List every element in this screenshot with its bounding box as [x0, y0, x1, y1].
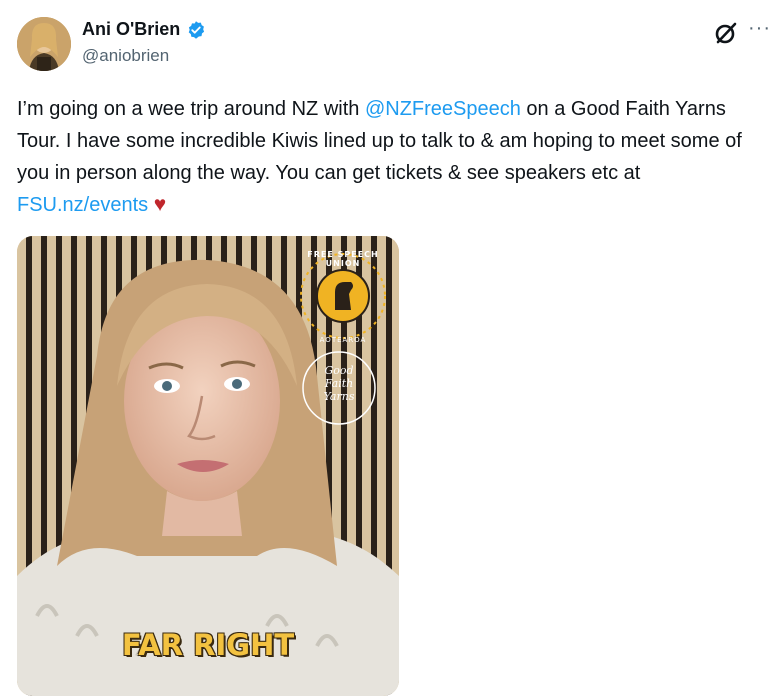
badge-text-2: Faith: [324, 377, 354, 390]
fsu-logo-subtext: AOTEAROA: [319, 336, 367, 344]
fsu-logo-text: FREE SPEECH UNION: [307, 250, 379, 268]
avatar[interactable]: [17, 17, 71, 71]
display-name[interactable]: Ani O'Brien: [82, 19, 180, 40]
verified-badge-icon: [189, 20, 205, 39]
tweet-text-part-1: I’m going on a wee trip around NZ with: [17, 98, 365, 120]
video-thumbnail[interactable]: FREE SPEECH UNION AOTEAROA Good Faith Ya…: [17, 236, 399, 696]
badge-text-3: Yarns: [323, 390, 355, 403]
tweet-text: I’m going on a wee trip around NZ with @…: [17, 93, 762, 221]
user-handle[interactable]: @aniobrien: [82, 46, 169, 66]
mention-link[interactable]: @NZFreeSpeech: [365, 98, 521, 120]
video-frame-image: [17, 236, 399, 696]
more-icon[interactable]: ···: [748, 18, 768, 38]
video-caption: FAR RIGHT: [121, 628, 295, 662]
author-name-row: Ani O'Brien: [82, 19, 206, 40]
avatar-image: [17, 17, 71, 71]
red-heart-emoji: ♥: [153, 193, 167, 216]
events-link[interactable]: FSU.nz/events: [17, 194, 148, 216]
grok-icon[interactable]: [713, 20, 739, 46]
good-faith-yarns-badge: Good Faith Yarns: [309, 364, 369, 403]
badge-text-1: Good: [324, 364, 354, 377]
